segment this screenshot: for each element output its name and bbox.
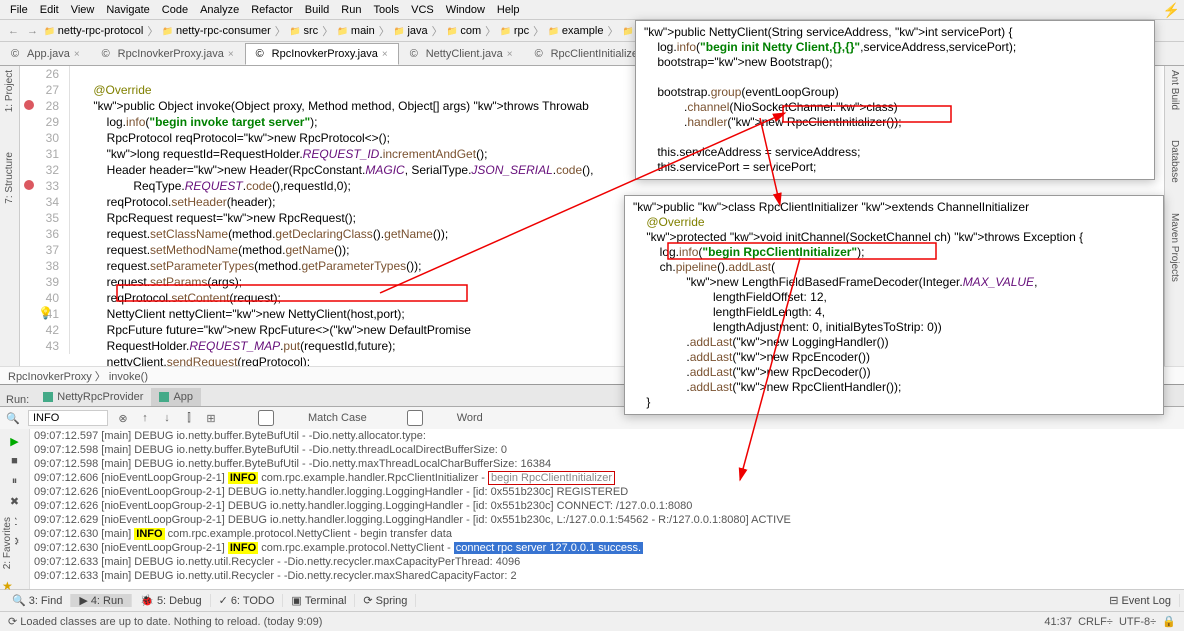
event-log[interactable]: ⊟ Event Log — [1101, 594, 1180, 607]
menu-file[interactable]: File — [4, 4, 34, 16]
run-tab-provider[interactable]: NettyRpcProvider — [35, 388, 151, 406]
expand-icon[interactable]: ⊞ — [204, 411, 218, 425]
tool-structure[interactable]: 7: Structure — [4, 152, 15, 204]
tool-favorites[interactable]: 2: Favorites — [0, 513, 15, 573]
clear-icon[interactable]: ⊗ — [116, 411, 130, 425]
tool-todo[interactable]: ✓6: TODO — [211, 594, 284, 607]
breadcrumb[interactable]: example — [546, 25, 605, 37]
rerun-icon[interactable]: ▶ — [7, 433, 23, 449]
tab-nettyclient[interactable]: ©NettyClient.java× — [399, 43, 524, 65]
search-input[interactable] — [28, 410, 108, 426]
breadcrumb[interactable]: rpc — [498, 25, 531, 37]
run-label: Run: — [0, 394, 35, 406]
menu-bar: File Edit View Navigate Code Analyze Ref… — [0, 0, 1184, 20]
match-case-check[interactable]: Match Case — [226, 410, 367, 426]
menu-edit[interactable]: Edit — [34, 4, 65, 16]
lightning-icon[interactable]: ⚡ — [1163, 2, 1180, 19]
console-output[interactable]: ▶ ■ ⏸ ✖ ↥ ⚙ 09:07:12.597 [main] DEBUG io… — [0, 429, 1184, 589]
bulb-icon[interactable]: 💡 — [38, 306, 53, 320]
status-bar: ⟳ Loaded classes are up to date. Nothing… — [0, 611, 1184, 631]
menu-view[interactable]: View — [65, 4, 101, 16]
tool-run[interactable]: ▶4: Run — [71, 594, 132, 607]
word-check[interactable]: Word — [375, 410, 483, 426]
next-icon[interactable]: ↓ — [160, 411, 174, 425]
breadcrumb[interactable]: src — [288, 25, 320, 37]
left-toolbar: 1: Project 7: Structure — [0, 66, 20, 366]
menu-build[interactable]: Build — [299, 4, 335, 16]
tool-database[interactable]: Database — [1169, 140, 1180, 183]
tool-spring[interactable]: ⟳Spring — [355, 594, 416, 607]
menu-window[interactable]: Window — [440, 4, 491, 16]
menu-vcs[interactable]: VCS — [405, 4, 440, 16]
breadcrumb[interactable]: java — [392, 25, 430, 37]
menu-tools[interactable]: Tools — [367, 4, 405, 16]
tab-rpcproxy2[interactable]: ©RpcInovkerProxy.java× — [245, 43, 399, 65]
search-icon: 🔍 — [6, 411, 20, 425]
tool-debug[interactable]: 🐞5: Debug — [132, 594, 210, 607]
stop-icon[interactable]: ■ — [7, 453, 23, 469]
status-msg: Loaded classes are up to date. Nothing t… — [20, 616, 322, 628]
code-popup-initializer: "kw">public "kw">class RpcClientInitiali… — [624, 195, 1164, 415]
run-icon — [159, 392, 169, 402]
prev-icon[interactable]: ↑ — [138, 411, 152, 425]
exit-icon[interactable]: ✖ — [7, 493, 23, 509]
breadcrumb[interactable]: main — [335, 25, 377, 37]
run-tab-app[interactable]: App — [151, 388, 201, 406]
pause-icon[interactable]: ⏸ — [7, 473, 23, 489]
breadcrumb[interactable]: netty-rpc-protocol — [42, 25, 145, 37]
menu-run[interactable]: Run — [335, 4, 367, 16]
tool-terminal[interactable]: ▣Terminal — [283, 594, 355, 607]
breadcrumb[interactable]: netty-rpc-consumer — [160, 25, 272, 37]
tab-app[interactable]: ©App.java× — [0, 43, 91, 65]
nav-back-icon[interactable]: ← — [4, 25, 23, 37]
tool-ant[interactable]: Ant Build — [1169, 70, 1180, 110]
menu-refactor[interactable]: Refactor — [245, 4, 299, 16]
encoding[interactable]: UTF-8÷ — [1119, 616, 1156, 628]
code-popup-nettyclient: "kw">public NettyClient(String serviceAd… — [635, 20, 1155, 180]
breakpoint-icon[interactable] — [24, 180, 34, 190]
tool-project[interactable]: 1: Project — [4, 70, 15, 112]
breakpoint-icon[interactable] — [24, 100, 34, 110]
run-icon — [43, 392, 53, 402]
menu-help[interactable]: Help — [491, 4, 526, 16]
line-ending[interactable]: CRLF÷ — [1078, 616, 1113, 628]
breadcrumb[interactable]: com — [445, 25, 484, 37]
filter-icon[interactable]: ⫿ — [182, 411, 196, 425]
menu-code[interactable]: Code — [156, 4, 194, 16]
menu-analyze[interactable]: Analyze — [194, 4, 245, 16]
menu-navigate[interactable]: Navigate — [100, 4, 155, 16]
nav-fwd-icon[interactable]: → — [23, 25, 42, 37]
right-toolbar: Ant Build Database Maven Projects — [1164, 66, 1184, 366]
bottom-toolbar: 🔍3: Find ▶4: Run 🐞5: Debug ✓6: TODO ▣Ter… — [0, 589, 1184, 611]
caret-pos: 41:37 — [1044, 616, 1072, 628]
tool-find[interactable]: 🔍3: Find — [4, 594, 71, 607]
star-icon: ★ — [2, 579, 13, 593]
tool-maven[interactable]: Maven Projects — [1169, 213, 1180, 282]
tab-rpcproxy1[interactable]: ©RpcInovkerProxy.java× — [91, 43, 245, 65]
